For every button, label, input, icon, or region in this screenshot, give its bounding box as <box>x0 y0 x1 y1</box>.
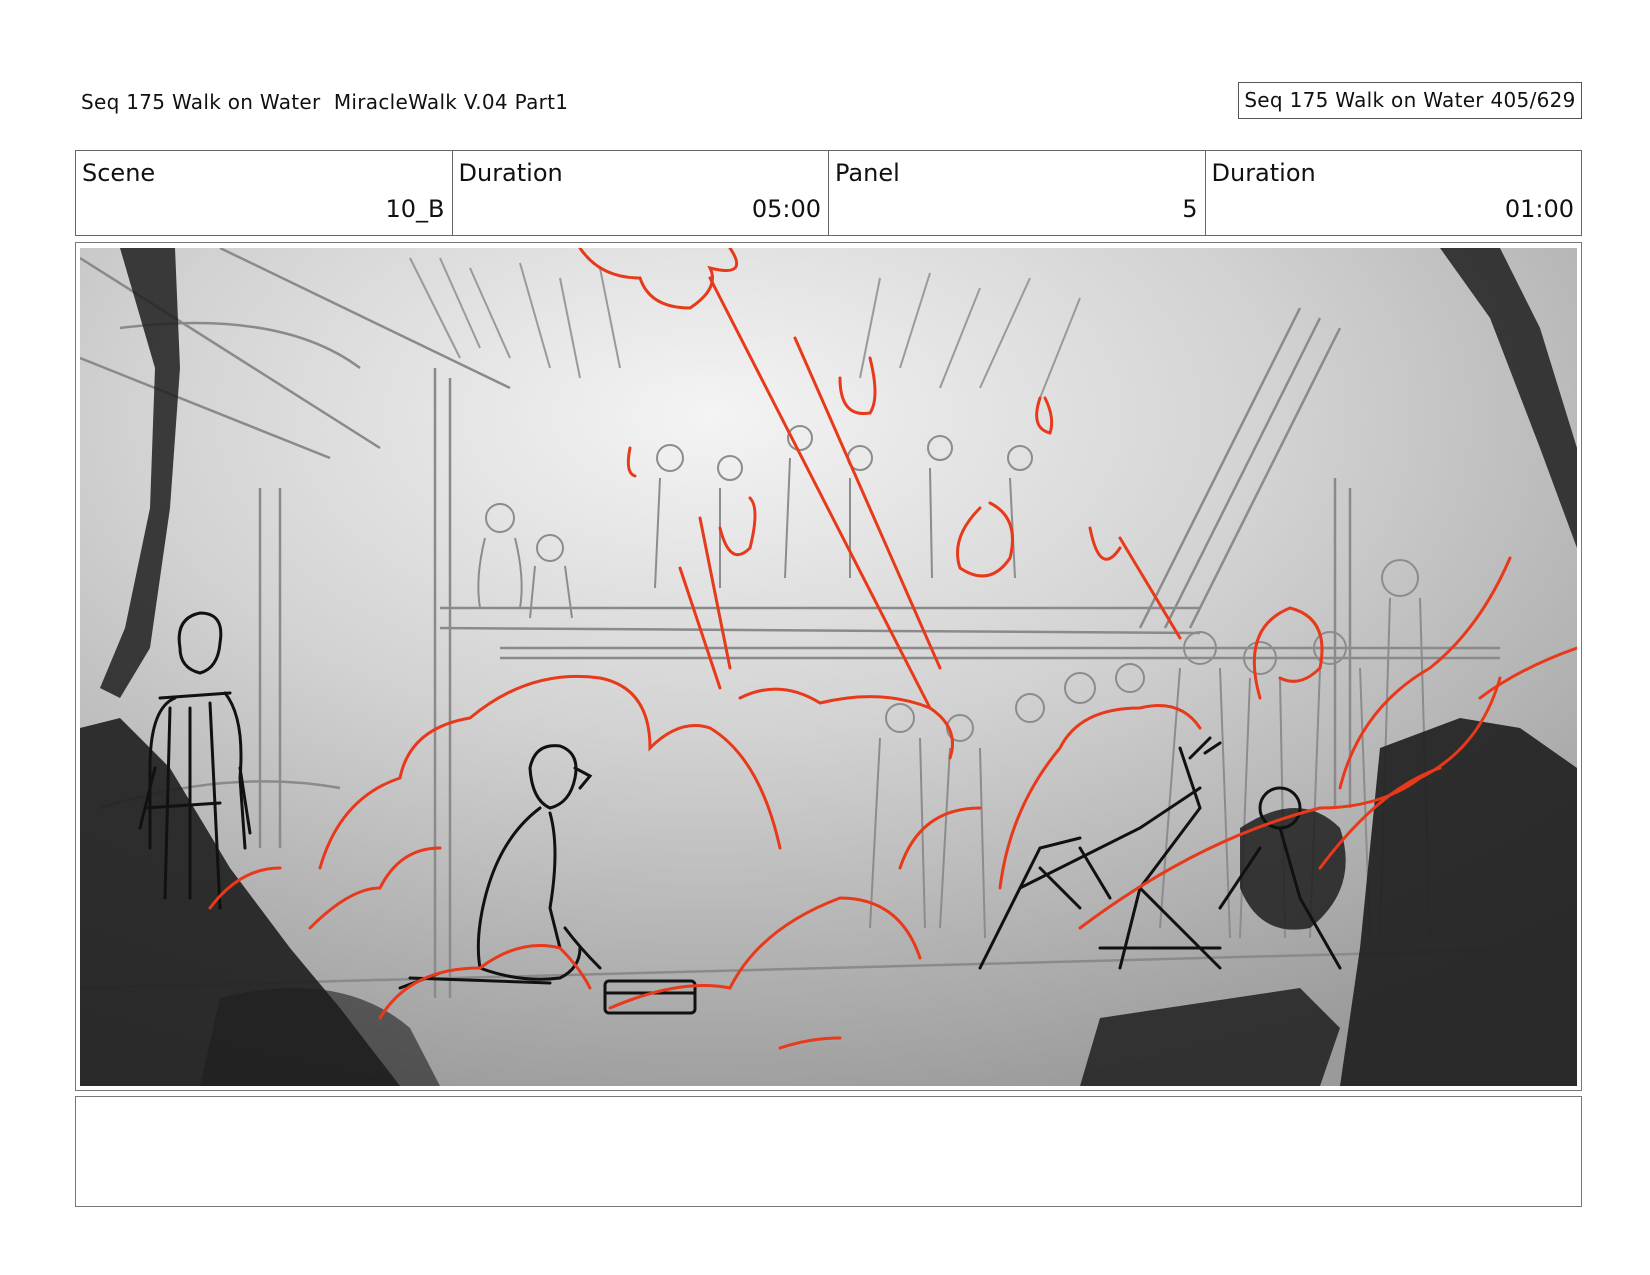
scene-label: Scene <box>82 159 156 187</box>
scene-duration-value: 05:00 <box>751 195 821 223</box>
page-counter: Seq 175 Walk on Water 405/629 <box>1238 82 1582 119</box>
page-title: Seq 175 Walk on Water MiracleWalk V.04 P… <box>81 90 569 114</box>
scene-info-table: Scene 10_B Duration 05:00 Panel 5 Durati… <box>75 150 1582 236</box>
storyboard-panel-image <box>80 248 1577 1086</box>
panel-label: Panel <box>835 159 900 187</box>
lit-background <box>80 248 1577 1086</box>
panel-duration-cell: Duration 01:00 <box>1206 151 1582 235</box>
scene-cell: Scene 10_B <box>76 151 453 235</box>
panel-duration-value: 01:00 <box>1504 195 1574 223</box>
panel-value: 5 <box>1182 195 1198 223</box>
notes-box[interactable] <box>75 1096 1582 1207</box>
panel-duration-label: Duration <box>1211 159 1316 187</box>
scene-value: 10_B <box>385 195 445 223</box>
scene-duration-cell: Duration 05:00 <box>453 151 829 235</box>
storyboard-sketch <box>80 248 1577 1086</box>
scene-duration-label: Duration <box>458 159 563 187</box>
panel-cell: Panel 5 <box>829 151 1206 235</box>
